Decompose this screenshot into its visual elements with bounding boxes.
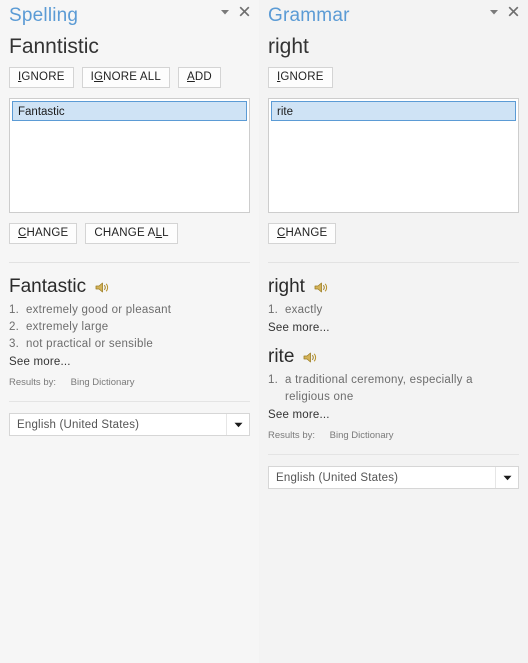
sense-text: a traditional ceremony, especially a rel… bbox=[285, 374, 473, 403]
sense-number: 1. bbox=[268, 304, 279, 316]
results-by-label: Results by: bbox=[9, 377, 56, 388]
see-more-link[interactable]: See more... bbox=[9, 354, 250, 371]
speaker-icon[interactable] bbox=[314, 281, 328, 294]
spelling-pane: Spelling Fanntistic IGNORE IGNORE ALL AD… bbox=[0, 0, 259, 663]
grammar-page-title: Grammar bbox=[268, 5, 350, 26]
grammar-title-row: Grammar bbox=[268, 0, 519, 32]
grammar-pane: Grammar right IGNORE rite CHANGE right 1… bbox=[259, 0, 528, 663]
grammar-sense-list-2: 1. a traditional ceremony, especially a … bbox=[268, 372, 519, 406]
chevron-down-icon[interactable] bbox=[226, 414, 249, 435]
spelling-sense-list: 1. extremely good or pleasant 2. extreme… bbox=[9, 302, 250, 353]
grammar-divider bbox=[268, 262, 519, 263]
grammar-action-buttons: IGNORE bbox=[268, 67, 519, 88]
task-panes-container: Spelling Fanntistic IGNORE IGNORE ALL AD… bbox=[0, 0, 528, 663]
spelling-title-controls bbox=[220, 6, 250, 17]
add-button[interactable]: ADD bbox=[178, 67, 221, 88]
sense-number: 2. bbox=[9, 321, 20, 333]
sense-number: 3. bbox=[9, 338, 20, 350]
chevron-down-icon[interactable] bbox=[495, 467, 518, 488]
see-more-link[interactable]: See more... bbox=[268, 407, 519, 424]
misspelled-word: Fanntistic bbox=[9, 35, 99, 58]
change-button[interactable]: CHANGE bbox=[9, 223, 78, 244]
definition-word: Fantastic bbox=[9, 276, 87, 297]
sense-text: extremely good or pleasant bbox=[26, 304, 172, 316]
spelling-language-value: English (United States) bbox=[17, 418, 140, 431]
spelling-lang-divider bbox=[9, 401, 250, 402]
chevron-down-icon[interactable] bbox=[220, 7, 230, 17]
spelling-definition-header: Fantastic bbox=[9, 275, 250, 299]
grammar-language-select[interactable]: English (United States) bbox=[268, 466, 519, 489]
spelling-definition-block: Fantastic 1. extremely good or pleasant … bbox=[9, 275, 250, 389]
grammar-target-word: right bbox=[268, 35, 309, 58]
grammar-lang-divider bbox=[268, 454, 519, 455]
results-provider: Bing Dictionary bbox=[329, 430, 394, 441]
sense-text: not practical or sensible bbox=[26, 338, 154, 350]
list-item: 2. extremely large bbox=[9, 319, 250, 336]
grammar-language-value: English (United States) bbox=[276, 471, 399, 484]
grammar-ignore-button[interactable]: IGNORE bbox=[268, 67, 333, 88]
change-all-button[interactable]: CHANGE ALL bbox=[85, 223, 178, 244]
ignore-button[interactable]: IGNORE bbox=[9, 67, 74, 88]
spelling-divider bbox=[9, 262, 250, 263]
definition-word: right bbox=[268, 276, 305, 297]
list-item: 1. extremely good or pleasant bbox=[9, 302, 250, 319]
definition-word: rite bbox=[268, 346, 295, 367]
sense-text: extremely large bbox=[26, 321, 109, 333]
list-item[interactable]: Fantastic bbox=[12, 101, 247, 121]
grammar-definition-block-1: right 1. exactly See more... bbox=[268, 275, 519, 337]
grammar-suggestions-list[interactable]: rite bbox=[268, 98, 519, 213]
spelling-language-select[interactable]: English (United States) bbox=[9, 413, 250, 436]
list-item: 1. exactly bbox=[268, 302, 519, 319]
grammar-title-controls bbox=[489, 6, 519, 17]
speaker-icon[interactable] bbox=[95, 281, 109, 294]
close-icon[interactable] bbox=[239, 6, 250, 17]
close-icon[interactable] bbox=[508, 6, 519, 17]
grammar-definition-header-1: right bbox=[268, 275, 519, 299]
sense-number: 1. bbox=[9, 304, 20, 316]
list-item: 1. a traditional ceremony, especially a … bbox=[268, 372, 519, 406]
grammar-sense-list-1: 1. exactly bbox=[268, 302, 519, 319]
grammar-change-button[interactable]: CHANGE bbox=[268, 223, 337, 244]
speaker-icon[interactable] bbox=[303, 351, 317, 364]
spelling-change-buttons: CHANGE CHANGE ALL bbox=[9, 223, 250, 244]
grammar-definition-block-2: rite 1. a traditional ceremony, especial… bbox=[268, 345, 519, 442]
list-item: 3. not practical or sensible bbox=[9, 336, 250, 353]
results-by-label: Results by: bbox=[268, 430, 315, 441]
results-provider: Bing Dictionary bbox=[70, 377, 135, 388]
spelling-action-buttons: IGNORE IGNORE ALL ADD bbox=[9, 67, 250, 88]
results-by: Results by: Bing Dictionary bbox=[268, 429, 519, 442]
spelling-suggestions-list[interactable]: Fantastic bbox=[9, 98, 250, 213]
list-item[interactable]: rite bbox=[271, 101, 516, 121]
page-title: Spelling bbox=[9, 5, 79, 26]
grammar-definition-header-2: rite bbox=[268, 345, 519, 369]
results-by: Results by: Bing Dictionary bbox=[9, 376, 250, 389]
sense-number: 1. bbox=[268, 374, 279, 386]
chevron-down-icon[interactable] bbox=[489, 7, 499, 17]
grammar-change-buttons: CHANGE bbox=[268, 223, 519, 244]
sense-text: exactly bbox=[285, 304, 323, 316]
spelling-title-row: Spelling bbox=[9, 0, 250, 32]
ignore-all-button[interactable]: IGNORE ALL bbox=[81, 67, 170, 88]
see-more-link[interactable]: See more... bbox=[268, 320, 519, 337]
